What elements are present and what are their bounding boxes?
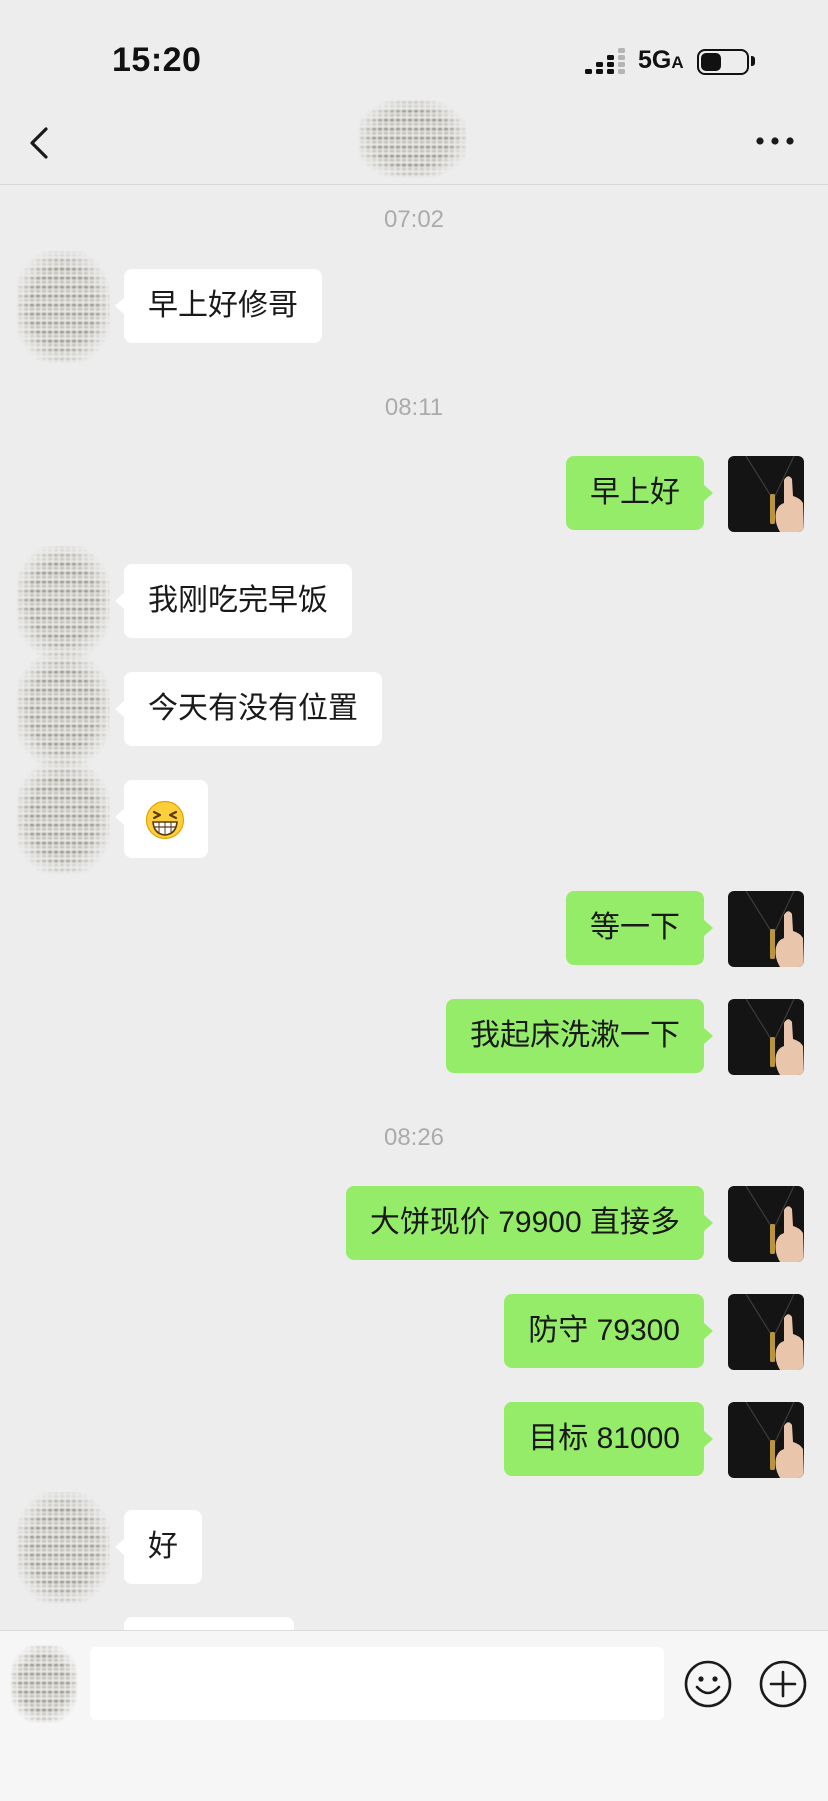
message-row-right: 我起床洗漱一下 — [0, 999, 828, 1077]
message-text: 防守 79300 — [528, 1314, 680, 1347]
beaming-face-icon — [145, 800, 185, 840]
message-row-left-partial — [0, 1617, 828, 1630]
message-text: 我刚吃完早饭 — [148, 584, 328, 617]
signal-bar-segment — [596, 69, 603, 74]
voice-icon[interactable] — [10, 1645, 78, 1723]
message-bubble[interactable]: 防守 79300 — [504, 1294, 713, 1368]
message-input[interactable] — [90, 1647, 664, 1720]
message-row-right: 目标 81000 — [0, 1402, 828, 1480]
message-row-left: 今天有没有位置 — [0, 654, 828, 766]
chevron-left-icon[interactable] — [26, 125, 56, 161]
message-bubble[interactable]: 等一下 — [566, 891, 713, 965]
message-bubble[interactable]: 早上好修哥 — [115, 269, 322, 343]
signal-bar-segment — [607, 69, 614, 74]
timestamp: 08:26 — [383, 1124, 445, 1151]
message-text: 等一下 — [590, 911, 680, 944]
signal-bar-segment — [607, 62, 614, 67]
my-avatar-image — [728, 1294, 804, 1370]
timestamp: 08:11 — [384, 394, 444, 421]
message-bubble-emoji[interactable] — [115, 780, 208, 858]
message-row-right: 防守 79300 — [0, 1294, 828, 1372]
message-bubble[interactable]: 目标 81000 — [504, 1402, 713, 1476]
message-bubble[interactable]: 好 — [115, 1510, 202, 1584]
message-row-left: 早上好修哥 — [0, 251, 828, 363]
message-row-left: 我刚吃完早饭 — [0, 546, 828, 658]
network-suffix: A — [671, 53, 684, 72]
message-text: 早上好修哥 — [148, 289, 298, 322]
message-text: 大饼现价 79900 直接多 — [369, 1206, 680, 1239]
message-text: 早上好 — [590, 476, 680, 509]
signal-bar-segment — [618, 69, 625, 74]
network-type: 5GA — [638, 44, 684, 79]
chat-scroll-area[interactable]: 07:02 早上好修哥 08:11 早上好 我刚吃完早饭 今天有没有位置 等一下… — [0, 185, 828, 1630]
more-dots-icon[interactable] — [755, 136, 795, 146]
contact-avatar[interactable] — [16, 546, 110, 658]
contact-avatar[interactable] — [16, 1492, 110, 1604]
message-text: 目标 81000 — [528, 1422, 680, 1455]
message-row-right: 早上好 — [0, 456, 828, 534]
my-avatar-image — [728, 999, 804, 1075]
signal-strength-icon — [585, 48, 625, 74]
battery-level-fill — [701, 53, 721, 71]
status-time: 15:20 — [112, 41, 202, 79]
signal-bar-segment — [618, 62, 625, 67]
message-row-left: 好 — [0, 1492, 828, 1604]
contact-avatar[interactable] — [16, 654, 110, 766]
message-row-right: 等一下 — [0, 891, 828, 969]
my-avatar[interactable] — [728, 1186, 804, 1262]
my-avatar-image — [728, 456, 804, 532]
message-text: 好 — [148, 1530, 178, 1563]
message-bubble-partial[interactable] — [124, 1617, 294, 1630]
message-text: 我起床洗漱一下 — [470, 1019, 680, 1052]
contact-avatar[interactable] — [16, 251, 110, 363]
message-bubble[interactable]: 今天有没有位置 — [115, 672, 382, 746]
signal-bar-segment — [618, 55, 625, 60]
message-bubble[interactable]: 大饼现价 79900 直接多 — [345, 1186, 714, 1260]
message-row-left — [0, 762, 828, 874]
signal-bar-segment — [607, 55, 614, 60]
message-text: 今天有没有位置 — [148, 692, 358, 725]
emoji-icon[interactable] — [683, 1659, 733, 1709]
battery-nub — [751, 56, 755, 66]
network-label: 5G — [638, 46, 672, 74]
message-bubble[interactable]: 早上好 — [566, 456, 713, 530]
my-avatar[interactable] — [728, 999, 804, 1075]
chat-header — [0, 96, 828, 185]
my-avatar[interactable] — [728, 456, 804, 532]
message-row-right: 大饼现价 79900 直接多 — [0, 1186, 828, 1264]
input-bar — [0, 1630, 828, 1801]
chat-title-blurred — [358, 100, 466, 178]
battery-icon — [697, 49, 749, 75]
my-avatar[interactable] — [728, 1402, 804, 1478]
my-avatar-image — [728, 891, 804, 967]
signal-bar-segment — [618, 48, 625, 53]
message-bubble[interactable]: 我起床洗漱一下 — [446, 999, 713, 1073]
my-avatar-image — [728, 1186, 804, 1262]
signal-bar-segment — [585, 69, 592, 74]
timestamp: 07:02 — [383, 206, 445, 233]
plus-icon[interactable] — [758, 1659, 808, 1709]
my-avatar-image — [728, 1402, 804, 1478]
message-bubble[interactable]: 我刚吃完早饭 — [115, 564, 352, 638]
my-avatar[interactable] — [728, 1294, 804, 1370]
my-avatar[interactable] — [728, 891, 804, 967]
signal-bar-segment — [596, 62, 603, 67]
contact-avatar[interactable] — [16, 762, 110, 874]
